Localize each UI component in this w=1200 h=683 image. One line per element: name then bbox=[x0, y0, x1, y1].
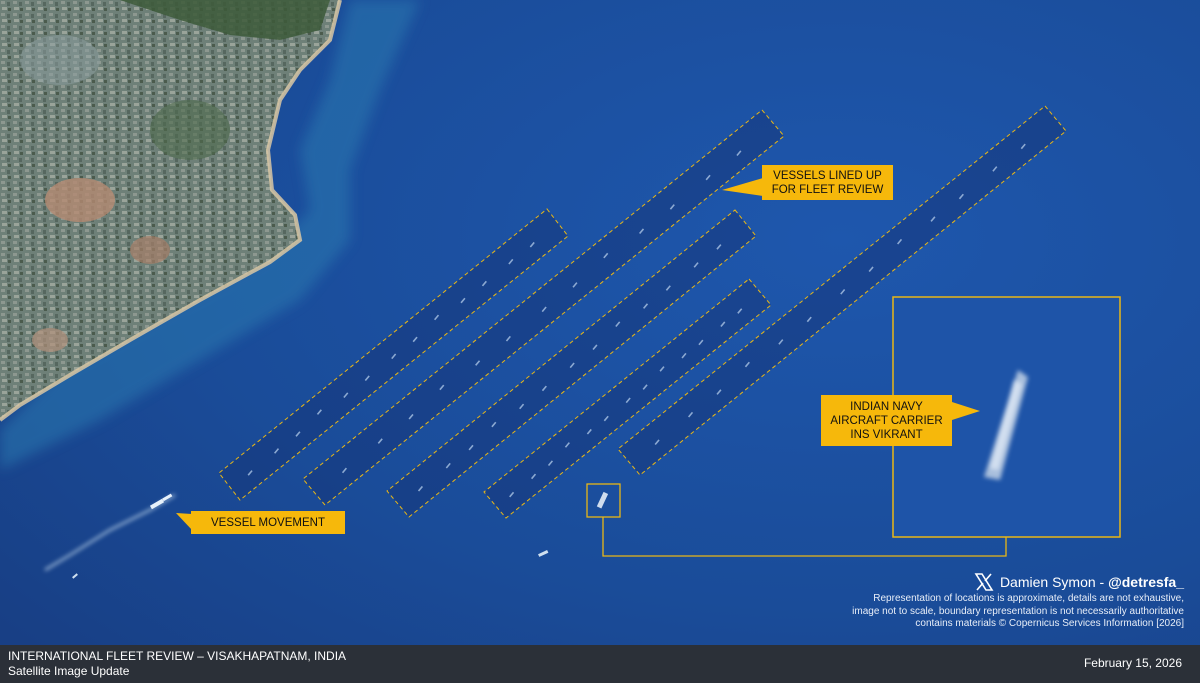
author-handle[interactable]: @detresfa_ bbox=[1108, 574, 1184, 590]
callout-line: FOR FLEET REVIEW bbox=[771, 183, 884, 196]
map-subtitle: Satellite Image Update bbox=[8, 664, 130, 678]
footer-bar: INTERNATIONAL FLEET REVIEW – VISAKHAPATN… bbox=[0, 645, 1200, 683]
callout-line: VESSEL MOVEMENT bbox=[211, 516, 325, 529]
attribution: Damien Symon - @detresfa_ Representation… bbox=[764, 571, 1184, 631]
disclaimer-line: image not to scale, boundary representat… bbox=[852, 605, 1184, 617]
map-date: February 15, 2026 bbox=[1083, 656, 1182, 670]
disclaimer-line: Representation of locations is approxima… bbox=[873, 593, 1184, 604]
callout-line: INS VIKRANT bbox=[850, 428, 923, 441]
callout-vessels-lined-up: VESSELS LINED UP FOR FLEET REVIEW bbox=[762, 165, 893, 200]
callout-line: INDIAN NAVY bbox=[850, 400, 923, 413]
disclaimer-line: contains materials © Copernicus Services… bbox=[915, 618, 1184, 629]
author-name: Damien Symon - bbox=[999, 574, 1109, 590]
callout-line: VESSELS LINED UP bbox=[773, 169, 882, 182]
author-row: Damien Symon - @detresfa_ bbox=[764, 571, 1184, 593]
callout-vessel-movement: VESSEL MOVEMENT bbox=[191, 511, 345, 534]
callout-line: AIRCRAFT CARRIER bbox=[830, 414, 943, 427]
map-title: INTERNATIONAL FLEET REVIEW – VISAKHAPATN… bbox=[8, 649, 347, 663]
satellite-map: VESSELS LINED UP FOR FLEET REVIEW INDIAN… bbox=[0, 0, 1200, 683]
callout-aircraft-carrier: INDIAN NAVY AIRCRAFT CARRIER INS VIKRANT bbox=[821, 395, 952, 446]
x-logo-icon bbox=[974, 573, 994, 591]
